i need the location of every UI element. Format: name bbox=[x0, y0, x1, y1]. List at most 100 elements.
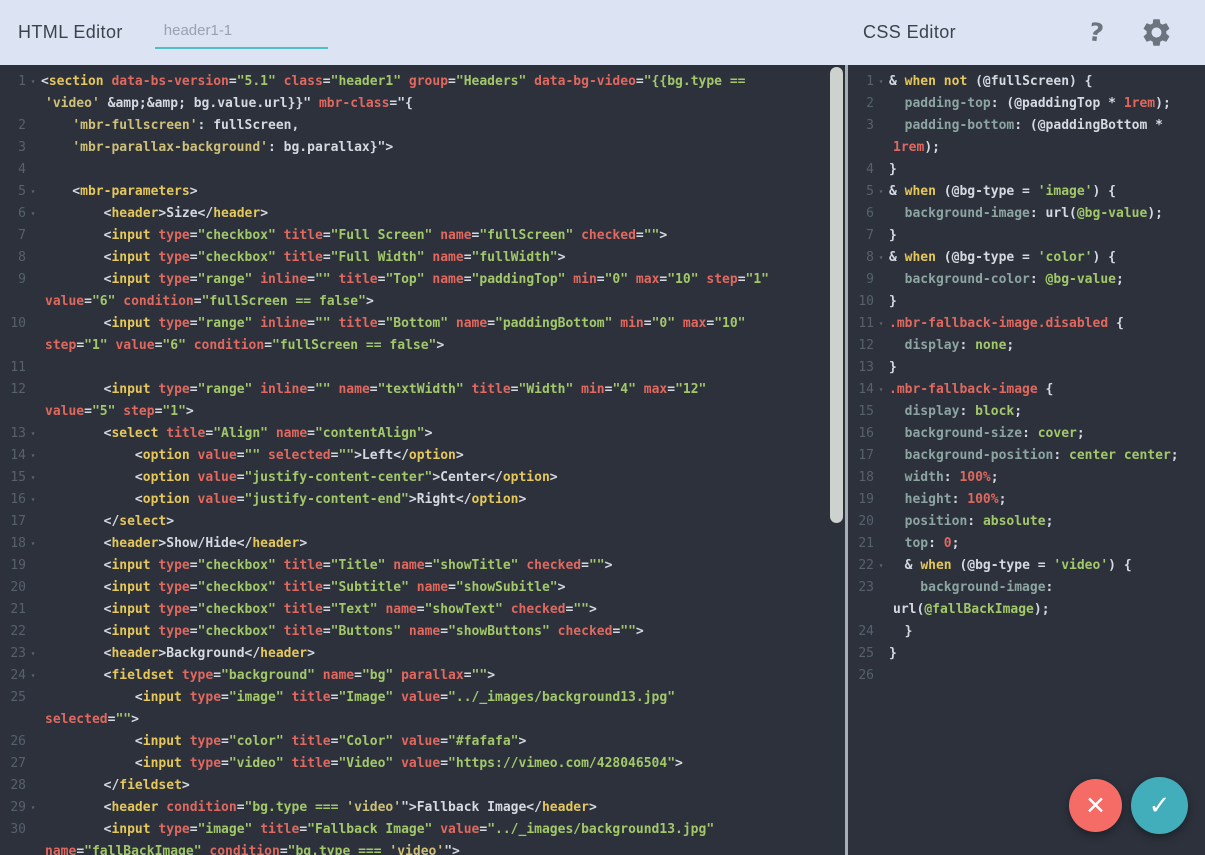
code-row[interactable]: 4 bbox=[0, 159, 845, 181]
code-row[interactable]: 15▾ <option value="justify-content-cente… bbox=[0, 467, 845, 489]
fold-marker[interactable]: ▾ bbox=[26, 533, 40, 555]
code-row[interactable]: 9 background-color: @bg-value; bbox=[848, 269, 1205, 291]
fold-marker[interactable]: ▾ bbox=[874, 313, 888, 335]
fold-marker[interactable]: ▾ bbox=[874, 555, 888, 577]
code-row[interactable]: 11▾.mbr-fallback-image.disabled { bbox=[848, 313, 1205, 335]
code-row[interactable]: 22▾ & when (@bg-type = 'video') { bbox=[848, 555, 1205, 577]
fold-marker bbox=[26, 379, 40, 401]
code-row[interactable]: 21 <input type="checkbox" title="Text" n… bbox=[0, 599, 845, 621]
gear-icon[interactable] bbox=[1140, 16, 1173, 49]
code-row[interactable]: 19 height: 100%; bbox=[848, 489, 1205, 511]
code-row[interactable]: 3 padding-bottom: (@paddingBottom * bbox=[848, 115, 1205, 137]
code-row[interactable]: 1rem); bbox=[848, 137, 1205, 159]
code-row[interactable]: 2 padding-top: (@paddingTop * 1rem); bbox=[848, 93, 1205, 115]
code-row[interactable]: 25} bbox=[848, 643, 1205, 665]
confirm-button[interactable]: ✓ bbox=[1131, 777, 1188, 834]
code-row[interactable]: 23▾ <header>Background</header> bbox=[0, 643, 845, 665]
code-row[interactable]: 18 width: 100%; bbox=[848, 467, 1205, 489]
fold-marker[interactable]: ▾ bbox=[874, 247, 888, 269]
code-row[interactable]: 26 <input type="color" title="Color" val… bbox=[0, 731, 845, 753]
code-row[interactable]: 13} bbox=[848, 357, 1205, 379]
code-row[interactable]: 19 <input type="checkbox" title="Title" … bbox=[0, 555, 845, 577]
code-row[interactable]: 13▾ <select title="Align" name="contentA… bbox=[0, 423, 845, 445]
code-text: <section data-bs-version="5.1" class="he… bbox=[40, 71, 745, 93]
line-number: 16 bbox=[0, 489, 26, 511]
fold-marker[interactable]: ▾ bbox=[26, 489, 40, 511]
code-row[interactable]: 18▾ <header>Show/Hide</header> bbox=[0, 533, 845, 555]
code-row[interactable]: value="6" condition="fullScreen == false… bbox=[0, 291, 845, 313]
code-row[interactable]: 21 top: 0; bbox=[848, 533, 1205, 555]
code-row[interactable]: 24 } bbox=[848, 621, 1205, 643]
code-row[interactable]: 30 <input type="image" title="Fallback I… bbox=[0, 819, 845, 841]
code-row[interactable]: 2 'mbr-fullscreen': fullScreen, bbox=[0, 115, 845, 137]
code-row[interactable]: 17 background-position: center center; bbox=[848, 445, 1205, 467]
code-row[interactable]: 'video' &amp;&amp; bg.value.url}}" mbr-c… bbox=[0, 93, 845, 115]
code-row[interactable]: 3 'mbr-parallax-background': bg.parallax… bbox=[0, 137, 845, 159]
fold-marker[interactable]: ▾ bbox=[26, 665, 40, 687]
code-row[interactable]: 14▾ <option value="" selected="">Left</o… bbox=[0, 445, 845, 467]
code-row[interactable]: 12 display: none; bbox=[848, 335, 1205, 357]
code-text: position: absolute; bbox=[888, 511, 1053, 533]
code-row[interactable]: selected=""> bbox=[0, 709, 845, 731]
code-row[interactable]: 22 <input type="checkbox" title="Buttons… bbox=[0, 621, 845, 643]
code-row[interactable]: 10 <input type="range" inline="" title="… bbox=[0, 313, 845, 335]
code-row[interactable]: 6 background-image: url(@bg-value); bbox=[848, 203, 1205, 225]
code-row[interactable]: 16▾ <option value="justify-content-end">… bbox=[0, 489, 845, 511]
code-row[interactable]: 7 <input type="checkbox" title="Full Scr… bbox=[0, 225, 845, 247]
fold-marker[interactable]: ▾ bbox=[874, 71, 888, 93]
code-text: height: 100%; bbox=[888, 489, 1006, 511]
code-row[interactable]: 27 <input type="video" title="Video" val… bbox=[0, 753, 845, 775]
code-text: 'mbr-parallax-background': bg.parallax}"… bbox=[40, 137, 393, 159]
code-row[interactable]: 7} bbox=[848, 225, 1205, 247]
code-row[interactable]: 1▾& when not (@fullScreen) { bbox=[848, 71, 1205, 93]
code-row[interactable]: 25 <input type="image" title="Image" val… bbox=[0, 687, 845, 709]
code-row[interactable]: 17 </select> bbox=[0, 511, 845, 533]
code-row[interactable]: 8▾& when (@bg-type = 'color') { bbox=[848, 247, 1205, 269]
fold-marker bbox=[26, 313, 40, 335]
code-row[interactable]: 23 background-image: bbox=[848, 577, 1205, 599]
fold-marker[interactable]: ▾ bbox=[874, 379, 888, 401]
code-row[interactable]: 14▾.mbr-fallback-image { bbox=[848, 379, 1205, 401]
code-row[interactable]: 20 position: absolute; bbox=[848, 511, 1205, 533]
code-row[interactable]: 29▾ <header condition="bg.type === 'vide… bbox=[0, 797, 845, 819]
code-row[interactable]: 5▾& when (@bg-type = 'image') { bbox=[848, 181, 1205, 203]
line-number: 1 bbox=[0, 71, 26, 93]
code-row[interactable]: 12 <input type="range" inline="" name="t… bbox=[0, 379, 845, 401]
code-row[interactable]: 28 </fieldset> bbox=[0, 775, 845, 797]
fold-marker[interactable]: ▾ bbox=[26, 181, 40, 203]
fold-marker[interactable]: ▾ bbox=[26, 467, 40, 489]
code-row[interactable]: 8 <input type="checkbox" title="Full Wid… bbox=[0, 247, 845, 269]
fold-marker[interactable]: ▾ bbox=[26, 643, 40, 665]
code-row[interactable]: 15 display: block; bbox=[848, 401, 1205, 423]
code-row[interactable]: step="1" value="6" condition="fullScreen… bbox=[0, 335, 845, 357]
code-row[interactable]: 24▾ <fieldset type="background" name="bg… bbox=[0, 665, 845, 687]
fold-marker[interactable]: ▾ bbox=[26, 797, 40, 819]
fold-marker[interactable]: ▾ bbox=[26, 445, 40, 467]
help-icon[interactable]: ? bbox=[1088, 19, 1106, 46]
code-row[interactable]: value="5" step="1"> bbox=[0, 401, 845, 423]
code-row[interactable]: url(@fallBackImage); bbox=[848, 599, 1205, 621]
html-editor-pane[interactable]: 1▾<section data-bs-version="5.1" class="… bbox=[0, 65, 845, 855]
code-row[interactable]: name="fallBackImage" condition="bg.type … bbox=[0, 841, 845, 855]
code-row[interactable]: 26 bbox=[848, 665, 1205, 687]
line-number: 21 bbox=[0, 599, 26, 621]
code-row[interactable]: 4} bbox=[848, 159, 1205, 181]
code-row[interactable]: 6▾ <header>Size</header> bbox=[0, 203, 845, 225]
fold-marker[interactable]: ▾ bbox=[26, 203, 40, 225]
code-row[interactable]: 16 background-size: cover; bbox=[848, 423, 1205, 445]
fold-marker[interactable]: ▾ bbox=[26, 423, 40, 445]
component-name-input[interactable] bbox=[155, 16, 328, 49]
html-scrollbar-thumb[interactable] bbox=[830, 67, 843, 523]
code-row[interactable]: 11 bbox=[0, 357, 845, 379]
code-row[interactable]: 10} bbox=[848, 291, 1205, 313]
fold-marker[interactable]: ▾ bbox=[874, 181, 888, 203]
cancel-button[interactable]: ✕ bbox=[1069, 779, 1122, 832]
css-editor-pane[interactable]: 1▾& when not (@fullScreen) {2 padding-to… bbox=[848, 65, 1205, 855]
code-row[interactable]: 9 <input type="range" inline="" title="T… bbox=[0, 269, 845, 291]
code-row[interactable]: 5▾ <mbr-parameters> bbox=[0, 181, 845, 203]
code-text: value="5" step="1"> bbox=[40, 401, 194, 423]
code-text: <header condition="bg.type === 'video'">… bbox=[40, 797, 597, 819]
code-row[interactable]: 20 <input type="checkbox" title="Subtitl… bbox=[0, 577, 845, 599]
code-row[interactable]: 1▾<section data-bs-version="5.1" class="… bbox=[0, 71, 845, 93]
fold-marker[interactable]: ▾ bbox=[26, 71, 40, 93]
